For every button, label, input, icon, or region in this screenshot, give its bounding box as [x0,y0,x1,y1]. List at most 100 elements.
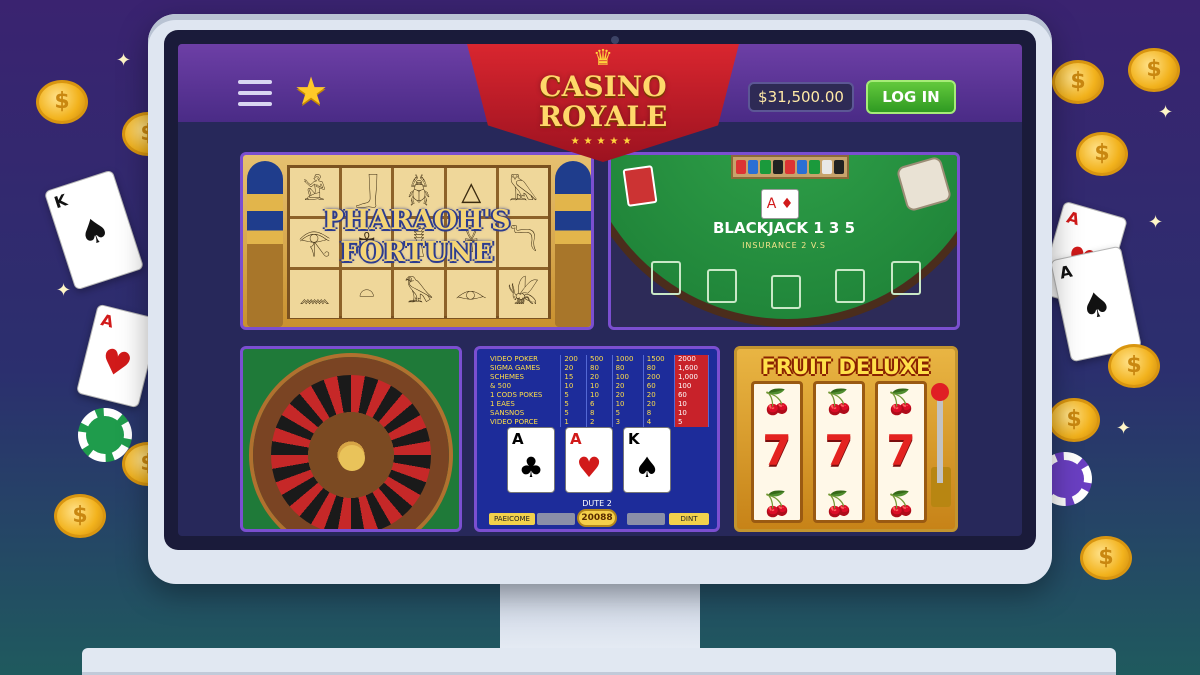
paytable-payout: 5 [560,391,587,400]
betting-spot [835,269,865,303]
paytable-row: VIDEO PORCE 1 2 3 4 5 [487,418,710,427]
sparkle-icon: ✦ [1148,212,1164,233]
paytable-payout: 80 [612,364,644,373]
seven-icon: 7 [886,426,916,475]
paytable-payout: 20 [612,382,644,391]
paytable-hand-name: VIDEO PORCE [487,418,562,427]
hieroglyph-icon: 𓁹 [446,270,496,318]
paytable-payout: 60 [674,391,710,400]
deal-label: DUTE 2 [582,499,612,508]
paytable-payout: 10 [560,382,587,391]
chip-rack [731,155,849,179]
paytable-payout: 2000 [674,355,710,364]
paytable-hand-name: SIGMA GAMES [487,364,562,373]
paytable-row: SANSNOS 5 8 5 8 10 [487,409,710,418]
game-tile-video-poker[interactable]: VIDEO POKER 200 500 1000 1500 2000 SIGMA GAMES… [474,346,720,532]
login-button[interactable]: LOG IN [866,80,956,114]
paytable-payout: 10 [586,391,613,400]
poker-left-button[interactable]: PAEICOME [489,513,535,525]
slot-reel-2: 🍒 7 🍒 [813,381,865,523]
crown-icon: ♛ [593,46,613,71]
betting-spot [771,275,801,309]
paytable-payout: 80 [643,364,675,373]
paytable-payout: 5 [674,418,710,427]
poker-deal-button[interactable]: DINT [669,513,709,525]
casino-royale-logo[interactable]: ♛ CASINO ROYALE ★★★★★ [466,44,740,162]
logo-text-casino: CASINO [539,70,667,103]
poker-hold-button[interactable] [627,513,665,525]
paytable: VIDEO POKER 200 500 1000 1500 2000 SIGMA GAMES… [487,355,710,427]
paytable-row: 1 CODS POKES 5 10 20 20 60 [487,391,710,400]
cherry-icon: 🍒 [762,388,792,416]
paytable-payout: 2 [586,418,613,427]
paytable-payout: 5 [612,409,644,418]
gold-coin-icon: $ [1076,132,1128,176]
paytable-row: 1 EAES 5 6 10 20 10 [487,400,710,409]
pharaoh-title-line1: PHARAOH'S [323,205,511,236]
sparkle-icon: ✦ [56,280,72,301]
paytable-payout: 1500 [643,355,675,364]
spades-icon: ♠ [634,451,660,484]
hieroglyph-icon: 𓅃 [394,270,444,318]
gold-coin-icon: $ [54,494,106,538]
sparkle-icon: ✦ [1116,418,1132,439]
hamburger-menu-icon[interactable] [238,80,272,106]
seven-icon: 7 [762,426,792,475]
paytable-hand-name: & 500 [487,382,562,391]
paytable-hand-name: SANSNOS [487,409,562,418]
paytable-payout: 80 [586,364,613,373]
poker-bet-button[interactable] [537,513,575,525]
paytable-payout: 1,600 [674,364,710,373]
dealer-card: A ♦ [761,189,799,219]
card-deck-icon [622,165,658,207]
slot-lever[interactable] [937,393,943,483]
slot-reel-1: 🍒 7 🍒 [751,381,803,523]
credit-display: 20088 [577,509,617,527]
monitor-base [82,648,1116,675]
gold-coin-icon: $ [1108,344,1160,388]
game-tile-fruit-deluxe[interactable]: FRUIT DELUXE 🍒 7 🍒 🍒 7 🍒 🍒 7 🍒 [734,346,958,532]
cherry-icon: 🍒 [886,388,916,416]
paytable-payout: 10 [674,400,710,409]
paytable-payout: 5 [560,409,587,418]
roulette-hub [339,445,365,471]
paytable-payout: 20 [560,364,587,373]
fruit-deluxe-title: FRUIT DELUXE [761,355,931,379]
game-tile-roulette[interactable] [240,346,462,532]
sparkle-icon: ✦ [116,50,132,71]
star-icon[interactable]: ★ [294,72,328,110]
paytable-payout: 15 [560,373,587,382]
paytable-payout: 8 [586,409,613,418]
paytable-payout: 10 [612,400,644,409]
paytable-payout: 20 [586,373,613,382]
blackjack-title: BLACKJACK 1 3 5 [712,219,856,237]
paytable-hand-name: 1 CODS POKES [487,391,562,400]
paytable-payout: 4 [643,418,675,427]
logo-text-royale: ROYALE [538,100,668,133]
hieroglyph-icon: 𓆤 [498,270,548,318]
lever-knob-icon[interactable] [931,383,949,401]
paytable-payout: 8 [643,409,675,418]
cherry-icon: 🍒 [824,388,854,416]
cherry-icon: 🍒 [824,490,854,518]
paytable-hand-name: 1 EAES [487,400,562,409]
monitor-stand [500,584,700,650]
paytable-row: VIDEO POKER 200 500 1000 1500 2000 [487,355,710,364]
gold-coin-icon: $ [36,80,88,124]
slot-reel-3: 🍒 7 🍒 [875,381,927,523]
paytable-payout: 60 [643,382,675,391]
blackjack-subtitle: INSURANCE 2 V.S [742,241,826,250]
game-tile-pharaohs-fortune[interactable]: 𓀀 𓃀 𓆣 △ 𓅓 𓂀 ☥ 𓊽 𓋹 𓆓 𓈖 𓏏 𓅃 𓁹 𓆤 PHARAOH'S … [240,152,594,330]
paytable-payout: 100 [674,382,710,391]
sparkle-icon: ✦ [1158,102,1174,123]
paytable-payout: 200 [560,355,587,364]
paytable-payout: 20 [612,391,644,400]
paytable-payout: 10 [586,382,613,391]
gold-coin-icon: $ [1128,48,1180,92]
game-tile-blackjack[interactable]: A ♦ BLACKJACK 1 3 5 INSURANCE 2 V.S [608,152,960,330]
paytable-payout: 1,000 [674,373,710,382]
paytable-payout: 100 [612,373,644,382]
poker-card-3: K ♠ [623,427,671,493]
gold-coin-icon: $ [1048,398,1100,442]
hearts-icon: ♥ [576,451,602,484]
